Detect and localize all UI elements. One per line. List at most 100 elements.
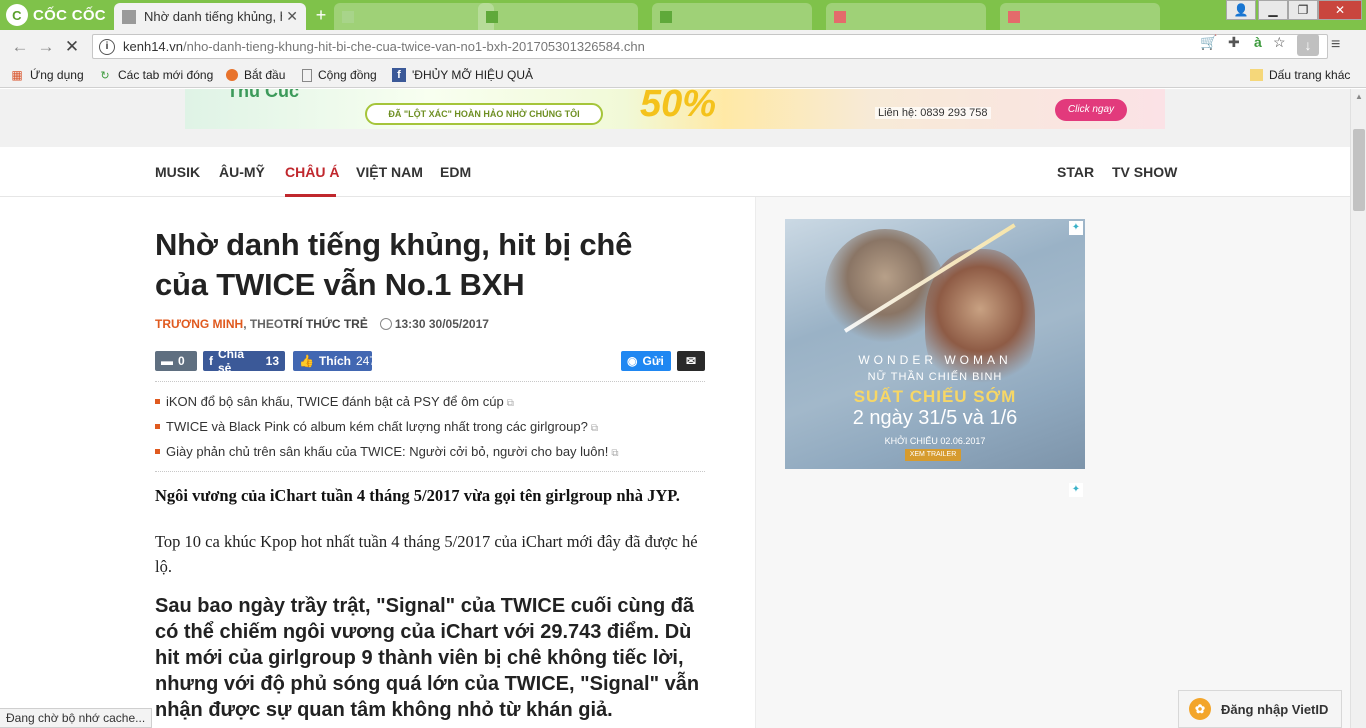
- address-bar[interactable]: i kenh14.vn/nho-danh-tieng-khung-hit-bi-…: [92, 34, 1328, 59]
- nav-edm[interactable]: EDM: [440, 164, 471, 180]
- ad-headline: SUẤT CHIẾU SỚM: [853, 387, 1017, 406]
- back-arrow-icon[interactable]: ←: [10, 37, 30, 57]
- scroll-up-arrow-icon[interactable]: ▲: [1351, 89, 1366, 105]
- facebook-like-button[interactable]: 👍 Thích 247: [293, 351, 376, 371]
- nav-tv-show[interactable]: TV SHOW: [1112, 164, 1177, 180]
- banner-slogan: ĐÃ "LỘT XÁC" HOÀN HẢO NHỜ CHÚNG TÔI: [365, 103, 603, 125]
- menu-icon[interactable]: ≡: [1331, 36, 1340, 54]
- thumbs-up-icon: 👍: [299, 354, 314, 368]
- email-share-button[interactable]: ✉: [677, 351, 705, 371]
- share-count: 13: [265, 354, 279, 368]
- download-icon[interactable]: ↓: [1297, 34, 1319, 56]
- status-bar: Đang chờ bộ nhớ cache...: [0, 708, 153, 728]
- related-link[interactable]: TWICE và Black Pink có album kém chất lư…: [155, 415, 705, 440]
- article-title-line: Nhờ danh tiếng khủng, hit bị chê: [155, 227, 633, 262]
- tab-favicon-icon: [1008, 10, 1020, 23]
- browser-brand[interactable]: C CỐC CỐC: [0, 0, 112, 30]
- nav-viet-nam[interactable]: VIỆT NAM: [356, 164, 423, 180]
- messenger-send-button[interactable]: ◉ Gửi: [621, 351, 671, 371]
- sidebar-movie-ad[interactable]: WONDER WOMAN NỮ THẦN CHIẾN BINH SUẤT CHI…: [785, 219, 1085, 469]
- folder-icon: [1250, 69, 1263, 81]
- page-icon: [302, 68, 312, 82]
- tab-favicon-icon: [834, 10, 846, 23]
- comment-count: 0: [178, 354, 185, 368]
- bookmark-label: Dấu trang khác: [1269, 68, 1351, 82]
- related-link-text: TWICE và Black Pink có album kém chất lư…: [166, 419, 588, 434]
- apps-grid-icon: ▦: [11, 68, 23, 82]
- user-profile-button[interactable]: 👤: [1226, 0, 1256, 20]
- translate-icon[interactable]: à: [1254, 34, 1262, 50]
- tab-active[interactable]: Nhờ danh tiếng khủng, hit ✕: [114, 3, 306, 30]
- browser-brand-label: CỐC CỐC: [33, 6, 106, 24]
- tab-close-icon[interactable]: ✕: [286, 8, 298, 25]
- author-name[interactable]: TRƯƠNG MINH: [155, 317, 243, 331]
- related-link-text: Giày phản chủ trên sân khấu của TWICE: N…: [166, 444, 609, 459]
- bookmark-facebook[interactable]: f 'ĐHỦY MỠ HIỆU QUẢ: [392, 66, 533, 84]
- related-link[interactable]: Giày phản chủ trên sân khấu của TWICE: N…: [155, 440, 705, 465]
- tab-background-3[interactable]: [652, 3, 812, 30]
- url-text[interactable]: kenh14.vn/nho-danh-tieng-khung-hit-bi-ch…: [123, 39, 645, 54]
- comment-button[interactable]: ▬ 0: [155, 351, 197, 371]
- extension-puzzle-icon[interactable]: ✚: [1228, 34, 1240, 51]
- loading-stop-icon[interactable]: ✕: [62, 37, 82, 57]
- bookmark-star-icon[interactable]: ☆: [1273, 34, 1286, 51]
- scroll-thumb[interactable]: [1353, 129, 1365, 211]
- title-bar: C CỐC CỐC Nhờ danh tiếng khủng, hit ✕ + …: [0, 0, 1366, 30]
- adchoices-icon[interactable]: ✦: [1069, 221, 1083, 235]
- ad-trailer-button[interactable]: XEM TRAILER: [905, 449, 961, 461]
- article-byline: TRƯƠNG MINH, THEO TRÍ THỨC TRẺ 13:30 30/…: [155, 317, 489, 331]
- bookmarks-bar: ▦ Ứng dụng ↻ Các tab mới đóng Bắt đầu Cộng…: [0, 62, 1366, 88]
- top-banner-ad[interactable]: Thu Cúc ĐÃ "LỘT XÁC" HOÀN HẢO NHỜ CHÚNG …: [185, 89, 1165, 129]
- tab-background-5[interactable]: [1000, 3, 1160, 30]
- facebook-icon: f: [209, 354, 213, 368]
- article-title-line: của TWICE vẫn No.1 BXH: [155, 267, 525, 302]
- ad-release: KHỞI CHIẾU 02.06.2017: [884, 436, 986, 446]
- site-info-icon[interactable]: i: [99, 38, 115, 55]
- window-close-button[interactable]: ✕: [1318, 0, 1362, 20]
- tab-background-1[interactable]: [334, 3, 494, 30]
- comment-icon: ▬: [161, 354, 173, 368]
- related-link[interactable]: iKON đổ bộ sân khấu, TWICE đánh bật cả P…: [155, 390, 705, 415]
- web-page: Thu Cúc ĐÃ "LỘT XÁC" HOÀN HẢO NHỜ CHÚNG …: [0, 89, 1350, 728]
- facebook-share-button[interactable]: f Chia sẻ 13: [203, 347, 285, 375]
- share-label: Chia sẻ: [218, 347, 245, 375]
- cart-icon[interactable]: 🛒: [1200, 34, 1217, 51]
- category-nav: MUSIK ÂU-MỸ CHÂU Á VIỆT NAM EDM STAR TV …: [0, 147, 1350, 197]
- related-link-text: iKON đổ bộ sân khấu, TWICE đánh bật cả P…: [166, 394, 504, 409]
- forward-arrow-icon[interactable]: →: [36, 37, 56, 57]
- banner-contact: Liên hệ: 0839 293 758: [875, 107, 991, 119]
- bookmark-apps[interactable]: ▦ Ứng dụng: [10, 66, 84, 84]
- ad-dates: 2 ngày 31/5 và 1/6: [852, 407, 1018, 429]
- address-toolbar: ← → ✕ i kenh14.vn/nho-danh-tieng-khung-h…: [0, 30, 1366, 62]
- bookmark-start[interactable]: Bắt đầu: [226, 66, 285, 84]
- tab-background-4[interactable]: [826, 3, 986, 30]
- page-scrollbar[interactable]: ▲: [1350, 89, 1366, 728]
- nav-musik[interactable]: MUSIK: [155, 164, 200, 180]
- page-favicon-icon: [122, 9, 136, 24]
- firefox-icon: [226, 69, 238, 81]
- banner-cta-button[interactable]: Click ngay: [1055, 99, 1127, 121]
- bookmark-community[interactable]: Cộng đồng: [302, 66, 377, 84]
- vietid-login-button[interactable]: ✿ Đăng nhập VietID: [1178, 690, 1342, 728]
- bookmark-recent-tabs[interactable]: ↻ Các tab mới đóng: [98, 66, 213, 84]
- banner-brand-logo: Thu Cúc: [227, 89, 299, 101]
- bookmark-other[interactable]: Dấu trang khác: [1250, 66, 1350, 84]
- vietid-label: Đăng nhập VietID: [1221, 701, 1329, 717]
- related-links: iKON đổ bộ sân khấu, TWICE đánh bật cả P…: [155, 381, 705, 472]
- source-name: TRÍ THỨC TRẺ: [283, 317, 368, 331]
- nav-chau-a[interactable]: CHÂU Á: [285, 164, 339, 180]
- url-path: /nho-danh-tieng-khung-hit-bi-che-cua-twi…: [183, 39, 645, 54]
- mail-icon: ✉: [685, 354, 697, 368]
- tab-background-2[interactable]: [478, 3, 638, 30]
- bookmark-label: Ứng dụng: [30, 68, 84, 82]
- article-title: Nhờ danh tiếng khủng, hit bị chê của TWIC…: [155, 225, 715, 305]
- restore-button[interactable]: ❐: [1288, 0, 1318, 20]
- adchoices-icon[interactable]: ✦: [1069, 483, 1083, 497]
- url-host: kenh14.vn: [123, 39, 183, 54]
- article-sapo: Ngôi vương của iChart tuần 4 tháng 5/201…: [155, 486, 680, 505]
- nav-au-my[interactable]: ÂU-MỸ: [219, 164, 265, 180]
- ad-subtitle: NỮ THẦN CHIẾN BINH: [867, 371, 1003, 383]
- minimize-button[interactable]: ▁: [1258, 0, 1288, 20]
- nav-star[interactable]: STAR: [1057, 164, 1094, 180]
- new-tab-button[interactable]: +: [312, 6, 330, 24]
